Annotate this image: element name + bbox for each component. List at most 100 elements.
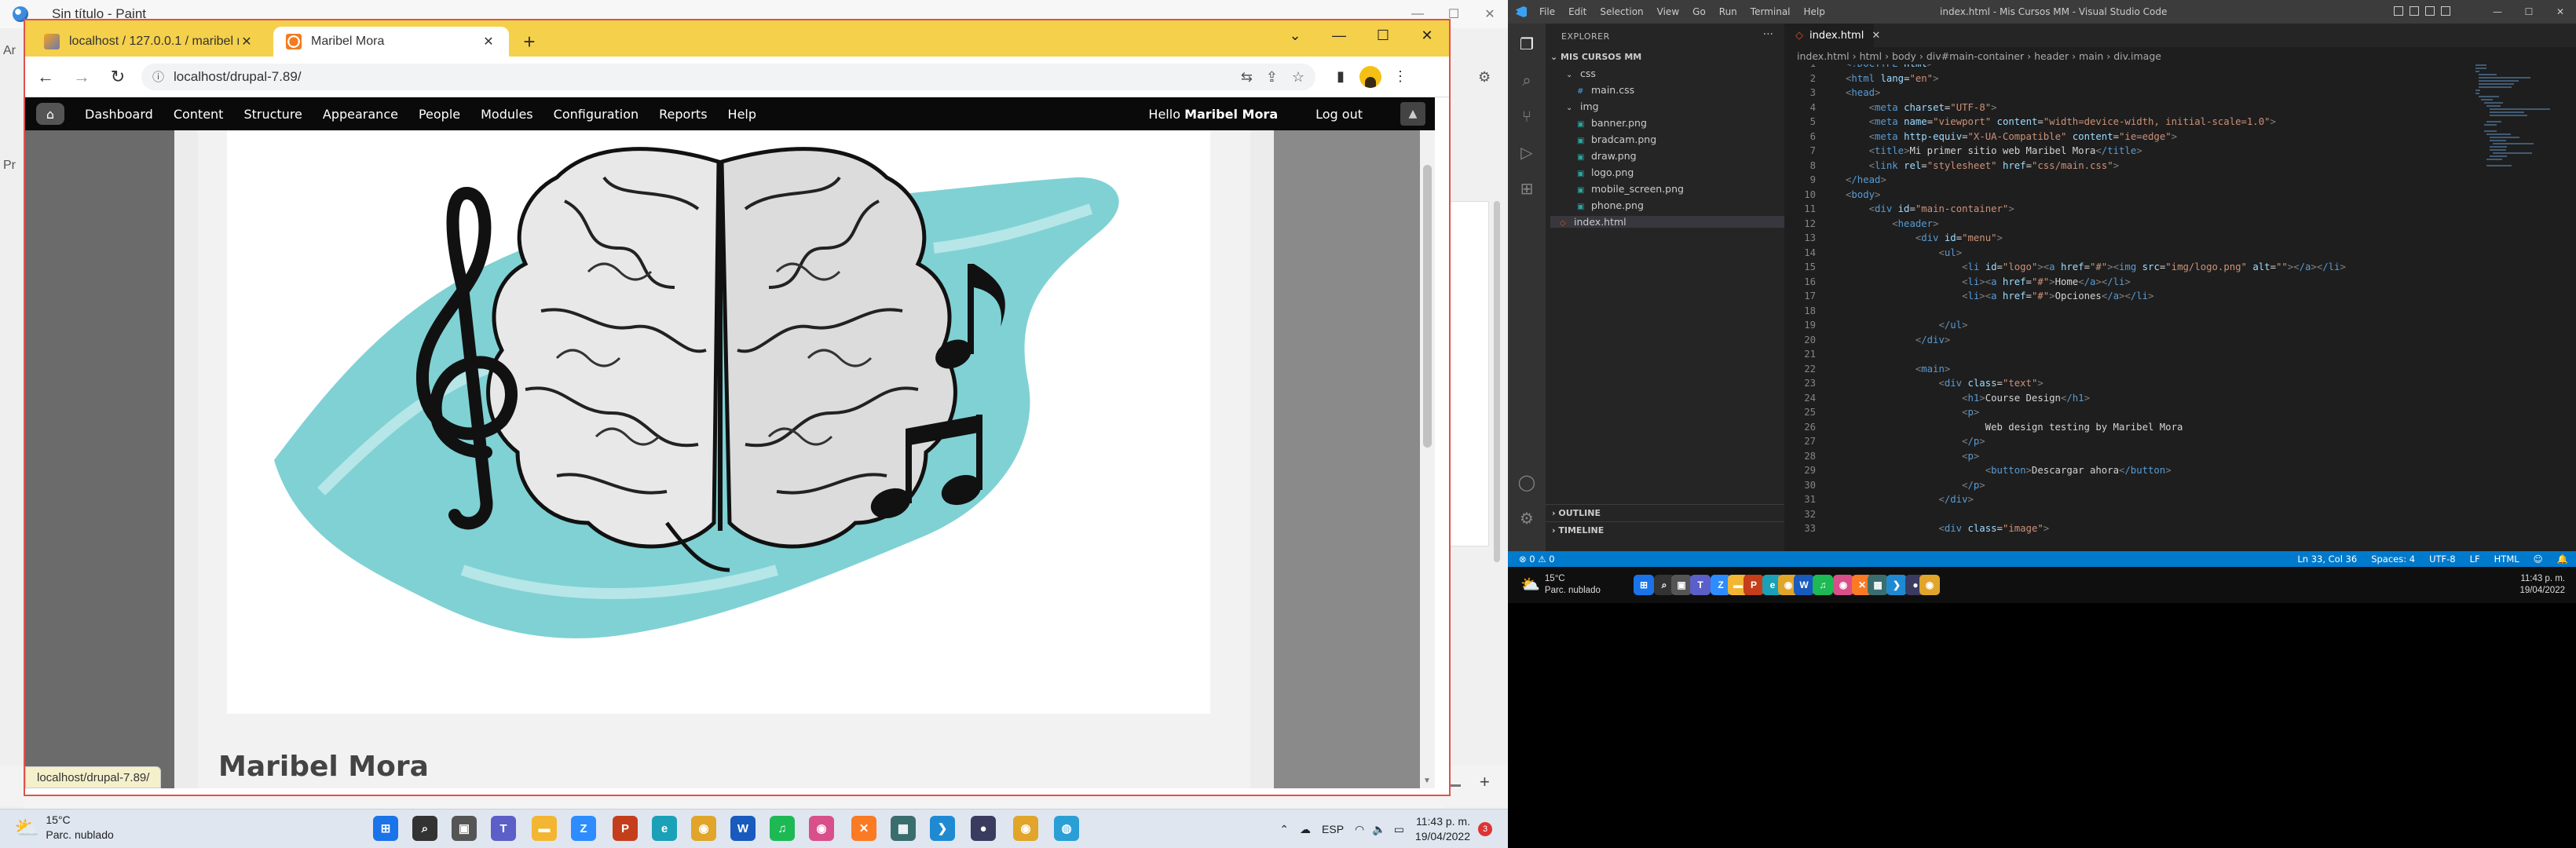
logout-link[interactable]: Log out bbox=[1315, 107, 1363, 122]
battery-icon[interactable]: ▭ bbox=[1394, 823, 1404, 836]
manage-gear-icon[interactable]: ⚙ bbox=[1517, 509, 1536, 528]
menu-appearance[interactable]: Appearance bbox=[323, 107, 398, 122]
weather-widget[interactable]: ⛅ 15°C Parc. nublado bbox=[14, 813, 114, 843]
menu-modules[interactable]: Modules bbox=[481, 107, 533, 122]
feedback-icon[interactable]: ☺ bbox=[2534, 554, 2543, 565]
tree-folder[interactable]: ⌄ img bbox=[1566, 101, 1599, 112]
forward-button[interactable]: → bbox=[66, 61, 97, 93]
start-icon[interactable]: ⊞ bbox=[1634, 575, 1654, 595]
onedrive-icon[interactable]: ☁ bbox=[1300, 823, 1311, 836]
chrome-icon[interactable]: ◉ bbox=[691, 816, 716, 841]
menu-structure[interactable]: Structure bbox=[243, 107, 302, 122]
explorer-icon[interactable]: ❐ bbox=[1517, 35, 1536, 53]
code-line[interactable]: 19 </ul> bbox=[1784, 320, 2468, 334]
powerpoint-icon[interactable]: P bbox=[613, 816, 638, 841]
code-line[interactable]: 11 <div id="main-container"> bbox=[1784, 203, 2468, 218]
menu-help[interactable]: Help bbox=[728, 107, 756, 122]
code-line[interactable]: 26 Web design testing by Maribel Mora bbox=[1784, 422, 2468, 437]
toggle-secondary-sidebar-icon[interactable] bbox=[2425, 6, 2435, 16]
volume-icon[interactable]: 🔈 bbox=[1372, 823, 1385, 836]
new-tab-button[interactable]: + bbox=[515, 27, 543, 57]
task-view-icon[interactable]: ▣ bbox=[452, 816, 477, 841]
url-text[interactable]: localhost/drupal-7.89/ bbox=[174, 69, 302, 85]
weather-widget-right[interactable]: ⛅ 15°C Parc. nublado bbox=[1520, 573, 1601, 597]
menu-people[interactable]: People bbox=[419, 107, 460, 122]
breadcrumb[interactable]: index.html › html › body › div#main-cont… bbox=[1797, 50, 2161, 62]
paint-close-button[interactable]: ✕ bbox=[1472, 0, 1508, 28]
minimap[interactable] bbox=[2475, 64, 2562, 221]
wifi-icon[interactable]: ◠ bbox=[1355, 823, 1364, 836]
code-line[interactable]: 22 <main> bbox=[1784, 364, 2468, 378]
code-line[interactable]: 28 <p> bbox=[1784, 451, 2468, 466]
info-icon[interactable]: ⓘ bbox=[152, 68, 164, 85]
reload-button[interactable]: ↻ bbox=[102, 61, 134, 93]
translate-icon[interactable]: ⇆ bbox=[1241, 69, 1253, 86]
code-line[interactable]: 18 bbox=[1784, 305, 2468, 320]
code-line[interactable]: 32 bbox=[1784, 509, 2468, 524]
menu-reports[interactable]: Reports bbox=[659, 107, 707, 122]
teams-icon[interactable]: T bbox=[1690, 575, 1711, 595]
code-line[interactable]: 16 <li><a href="#">Home</a></li> bbox=[1784, 276, 2468, 291]
project-folder[interactable]: ⌄ MIS CURSOS MM bbox=[1550, 52, 1641, 62]
chrome-profile-icon[interactable]: ◉ bbox=[1833, 575, 1853, 595]
profile-avatar[interactable] bbox=[1359, 65, 1381, 88]
menu-dashboard[interactable]: Dashboard bbox=[85, 107, 153, 122]
menu-selection[interactable]: Selection bbox=[1600, 6, 1643, 17]
menu-run[interactable]: Run bbox=[1719, 6, 1737, 17]
code-line[interactable]: 8 <link rel="stylesheet" href="css/main.… bbox=[1784, 160, 2468, 175]
menu-edit[interactable]: Edit bbox=[1568, 6, 1586, 17]
vscode-maximize-button[interactable]: ☐ bbox=[2513, 0, 2545, 24]
hello-user[interactable]: Hello Maribel Mora bbox=[1148, 107, 1278, 122]
explorer-more-icon[interactable]: ··· bbox=[1763, 28, 1773, 41]
toggle-panel-icon[interactable] bbox=[2410, 6, 2419, 16]
code-line[interactable]: 14 <ul> bbox=[1784, 247, 2468, 262]
home-icon[interactable]: ⌂ bbox=[36, 103, 64, 125]
search-icon[interactable]: ⌕ bbox=[1517, 71, 1536, 90]
tab-search-icon[interactable]: ⌄ bbox=[1273, 20, 1317, 50]
code-line[interactable]: 6 <meta http-equiv="X-UA-Compatible" con… bbox=[1784, 131, 2468, 146]
back-button[interactable]: ← bbox=[30, 61, 61, 93]
extensions-icon[interactable]: ⊞ bbox=[1517, 179, 1536, 198]
encoding[interactable]: UTF-8 bbox=[2429, 554, 2456, 565]
code-line[interactable]: 17 <li><a href="#">Opciones</a></li> bbox=[1784, 291, 2468, 305]
teams-icon[interactable]: T bbox=[491, 816, 516, 841]
word-icon[interactable]: W bbox=[1794, 575, 1814, 595]
cursor-position[interactable]: Ln 33, Col 36 bbox=[2297, 554, 2357, 565]
code-line[interactable]: 10 <body> bbox=[1784, 189, 2468, 204]
tab-maribel-mora[interactable]: Maribel Mora ✕ bbox=[273, 27, 509, 57]
clock[interactable]: 11:43 p. m. 19/04/2022 bbox=[1415, 814, 1470, 844]
tree-file[interactable]: ▣ draw.png bbox=[1577, 150, 1637, 162]
address-bar[interactable]: ⓘ localhost/drupal-7.89/ ⇆ ⇪ ☆ bbox=[141, 63, 1315, 90]
obs-icon[interactable]: ● bbox=[971, 816, 996, 841]
paint-share-icon[interactable]: ⚙ bbox=[1478, 69, 1495, 86]
chrome-active-icon[interactable]: ◉ bbox=[1013, 816, 1038, 841]
tree-file[interactable]: ◇ index.html bbox=[1550, 216, 1784, 228]
run-debug-icon[interactable]: ▷ bbox=[1517, 143, 1536, 162]
code-line[interactable]: 25 <p> bbox=[1784, 407, 2468, 422]
code-line[interactable]: 27 </p> bbox=[1784, 436, 2468, 451]
scrollbar-thumb[interactable] bbox=[1423, 165, 1432, 448]
menu-view[interactable]: View bbox=[1657, 6, 1679, 17]
chrome-minimize-button[interactable]: — bbox=[1317, 20, 1361, 50]
xampp-icon[interactable]: ✕ bbox=[851, 816, 876, 841]
language-mode[interactable]: HTML bbox=[2494, 554, 2519, 565]
zoom-in-icon[interactable]: + bbox=[1480, 772, 1490, 792]
problems-indicator[interactable]: ⊗ 0 ⚠ 0 bbox=[1519, 554, 1555, 565]
code-line[interactable]: 20 </div> bbox=[1784, 334, 2468, 349]
app-icon[interactable]: ▦ bbox=[891, 816, 916, 841]
code-editor[interactable]: 1 <!DOCTYPE html> 2 <html lang="en"> 3 <head>… bbox=[1784, 64, 2468, 548]
code-line[interactable]: 15 <li id="logo"><a href="#"><img src="i… bbox=[1784, 261, 2468, 276]
code-line[interactable]: 30 </p> bbox=[1784, 480, 2468, 495]
vscode-icon[interactable]: ❯ bbox=[1886, 575, 1907, 595]
code-line[interactable]: 1 <!DOCTYPE html> bbox=[1784, 64, 2468, 73]
tree-file[interactable]: ▣ banner.png bbox=[1577, 117, 1647, 129]
code-line[interactable]: 33 <div class="image"> bbox=[1784, 523, 2468, 538]
tree-file[interactable]: ▣ phone.png bbox=[1577, 199, 1644, 211]
menu-content[interactable]: Content bbox=[174, 107, 224, 122]
search-icon[interactable]: ⌕ bbox=[412, 816, 437, 841]
code-line[interactable]: 7 <title>Mi primer sitio web Maribel Mor… bbox=[1784, 145, 2468, 160]
chevron-up-icon[interactable]: ⌃ bbox=[1279, 823, 1289, 836]
timeline-section[interactable]: › TIMELINE bbox=[1546, 521, 1784, 539]
side-panel-icon[interactable]: ▮ bbox=[1326, 63, 1355, 91]
code-line[interactable]: 5 <meta name="viewport" content="width=d… bbox=[1784, 116, 2468, 131]
